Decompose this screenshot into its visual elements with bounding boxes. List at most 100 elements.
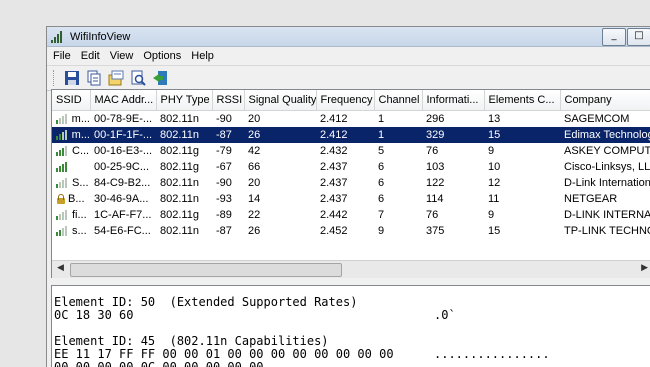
cell-info: 375 <box>426 225 445 237</box>
col-header-frequency[interactable]: Frequency <box>316 90 375 111</box>
cell-channel: 6 <box>378 193 385 205</box>
cell-company: D-Link Internationa <box>564 177 650 189</box>
save-icon[interactable] <box>63 69 81 87</box>
find-icon[interactable] <box>129 69 147 87</box>
menu-edit[interactable]: Edit <box>81 50 100 62</box>
horizontal-scrollbar[interactable]: ◀ ▶ <box>52 260 650 278</box>
cell-quality: 22 <box>248 209 261 221</box>
cell-elements: 11 <box>488 193 500 205</box>
copy-icon[interactable] <box>85 69 103 87</box>
cell-elements: 12 <box>488 177 501 189</box>
cell-channel: 1 <box>378 113 385 125</box>
ssid-text: fi... <box>72 209 87 221</box>
minimize-button[interactable]: _ <box>602 28 626 46</box>
col-header-phy[interactable]: PHY Type <box>156 90 213 111</box>
col-header-quality[interactable]: Signal Quality <box>244 90 317 111</box>
cell-company: D-LINK INTERNATI <box>564 209 650 221</box>
app-window: WifiInfoView _ □ File Edit View Options … <box>46 26 650 367</box>
toolbar-grip[interactable] <box>53 70 57 86</box>
ssid-text: s... <box>72 225 87 237</box>
table-row[interactable]: S... 84-C9-B2... 802.11n -90 20 2.437 6 122 12 D-… <box>52 175 650 191</box>
cell-mac: 00-16-E3-... <box>94 145 153 157</box>
col-header-rssi[interactable]: RSSI <box>212 90 245 111</box>
cell-rssi: -90 <box>216 113 232 125</box>
cell-mac: 1C-AF-F7... <box>94 209 152 221</box>
maximize-button[interactable]: □ <box>627 28 650 46</box>
cell-phy: 802.11n <box>160 225 199 237</box>
properties-icon[interactable] <box>107 69 125 87</box>
cell-info: 114 <box>426 193 444 205</box>
table-row[interactable]: B... 30-46-9A... 802.11n -93 14 2.437 6 114 11 NE… <box>52 191 650 207</box>
cell-ssid: S... <box>52 175 90 191</box>
cell-quality: 26 <box>244 127 316 143</box>
col-header-elements[interactable]: Elements C... <box>484 90 561 111</box>
col-header-mac[interactable]: MAC Addr... <box>90 90 157 111</box>
cell-channel: 7 <box>378 209 385 221</box>
cell-company: SAGEMCOM <box>564 113 630 125</box>
cell-mac: 84-C9-B2... <box>94 177 151 189</box>
element-detail-pane[interactable]: Element ID: 50 (Extended Supported Rates… <box>51 285 650 367</box>
menu-bar: File Edit View Options Help <box>47 47 650 65</box>
cell-ssid: C... <box>52 143 90 159</box>
window-controls: _ □ <box>602 28 650 46</box>
exit-icon[interactable] <box>151 69 169 87</box>
detail-hex-line: 00 00 00 00 0C 00 00 00 00 00 <box>54 360 264 367</box>
menu-options[interactable]: Options <box>143 50 181 62</box>
col-header-info[interactable]: Informati... <box>422 90 485 111</box>
ssid-text: m... <box>71 129 90 141</box>
ssid-text: m... <box>71 113 90 125</box>
scroll-thumb[interactable] <box>70 263 342 277</box>
detail-ascii-line: .0` <box>434 308 456 322</box>
cell-elements: 9 <box>488 145 495 157</box>
menu-file[interactable]: File <box>53 50 71 62</box>
scroll-right-icon[interactable]: ▶ <box>641 263 648 273</box>
menu-help[interactable]: Help <box>191 50 214 62</box>
col-header-ssid[interactable]: SSID <box>52 90 91 111</box>
col-header-company[interactable]: Company <box>560 90 650 111</box>
cell-quality: 26 <box>248 225 261 237</box>
cell-company: ASKEY COMPUTER <box>564 145 650 157</box>
cell-freq: 2.437 <box>320 177 348 189</box>
table-row[interactable]: m... 00-78-9E-... 802.11n -90 20 2.412 1 296 13 S… <box>52 111 650 128</box>
detail-hex-line: 0C 18 30 60 <box>54 308 134 322</box>
cell-ssid: s... <box>52 223 90 239</box>
table-row[interactable]: C... 00-16-E3-... 802.11g -79 42 2.432 5 76 9 ASK… <box>52 143 650 159</box>
cell-freq: 2.412 <box>320 113 348 125</box>
cell-rssi: -67 <box>216 161 232 173</box>
cell-info: 103 <box>426 161 445 173</box>
cell-rssi: -90 <box>216 177 232 189</box>
ssid-text: S... <box>72 177 89 189</box>
cell-rssi: -89 <box>216 209 232 221</box>
cell-company: Cisco-Linksys, LLC <box>564 161 650 173</box>
pane-splitter[interactable] <box>51 278 650 284</box>
table-row[interactable]: m... 00-1F-1F-... 802.11n -87 26 2.412 1 329 15 E… <box>52 127 650 143</box>
lock-icon <box>56 194 66 204</box>
cell-elements: 15 <box>484 127 560 143</box>
cell-elements: 15 <box>488 225 501 237</box>
cell-company: NETGEAR <box>564 193 618 205</box>
cell-ssid: B... <box>52 191 90 207</box>
toolbar <box>47 65 650 91</box>
cell-ssid <box>52 159 90 175</box>
cell-rssi: -87 <box>216 225 232 237</box>
cell-phy: 802.11n <box>160 113 199 125</box>
menu-view[interactable]: View <box>110 50 134 62</box>
cell-info: 76 <box>426 209 439 221</box>
signal-strength-icon <box>56 146 70 156</box>
table-row[interactable]: fi... 1C-AF-F7... 802.11g -89 22 2.442 7 76 9 D-L… <box>52 207 650 223</box>
cell-mac: 00-1F-1F-... <box>90 127 156 143</box>
scroll-left-icon[interactable]: ◀ <box>57 263 64 273</box>
ssid-text: B... <box>68 193 85 205</box>
cell-company: TP-LINK TECHNOLO <box>564 225 650 237</box>
networks-list[interactable]: SSID MAC Addr... PHY Type RSSI Signal Qu… <box>51 89 650 279</box>
cell-mac: 54-E6-FC... <box>94 225 151 237</box>
window-title: WifiInfoView <box>70 30 131 43</box>
cell-mac: 00-78-9E-... <box>94 113 153 125</box>
table-row[interactable]: 00-25-9C... 802.11g -67 66 2.437 6 103 10 Cisco-… <box>52 159 650 175</box>
cell-channel: 9 <box>378 225 385 237</box>
col-header-channel[interactable]: Channel <box>374 90 423 111</box>
cell-phy: 802.11g <box>160 209 199 221</box>
title-bar[interactable]: WifiInfoView _ □ <box>47 27 650 47</box>
table-row[interactable]: s... 54-E6-FC... 802.11n -87 26 2.452 9 375 15 TP… <box>52 223 650 239</box>
cell-info: 122 <box>426 177 445 189</box>
